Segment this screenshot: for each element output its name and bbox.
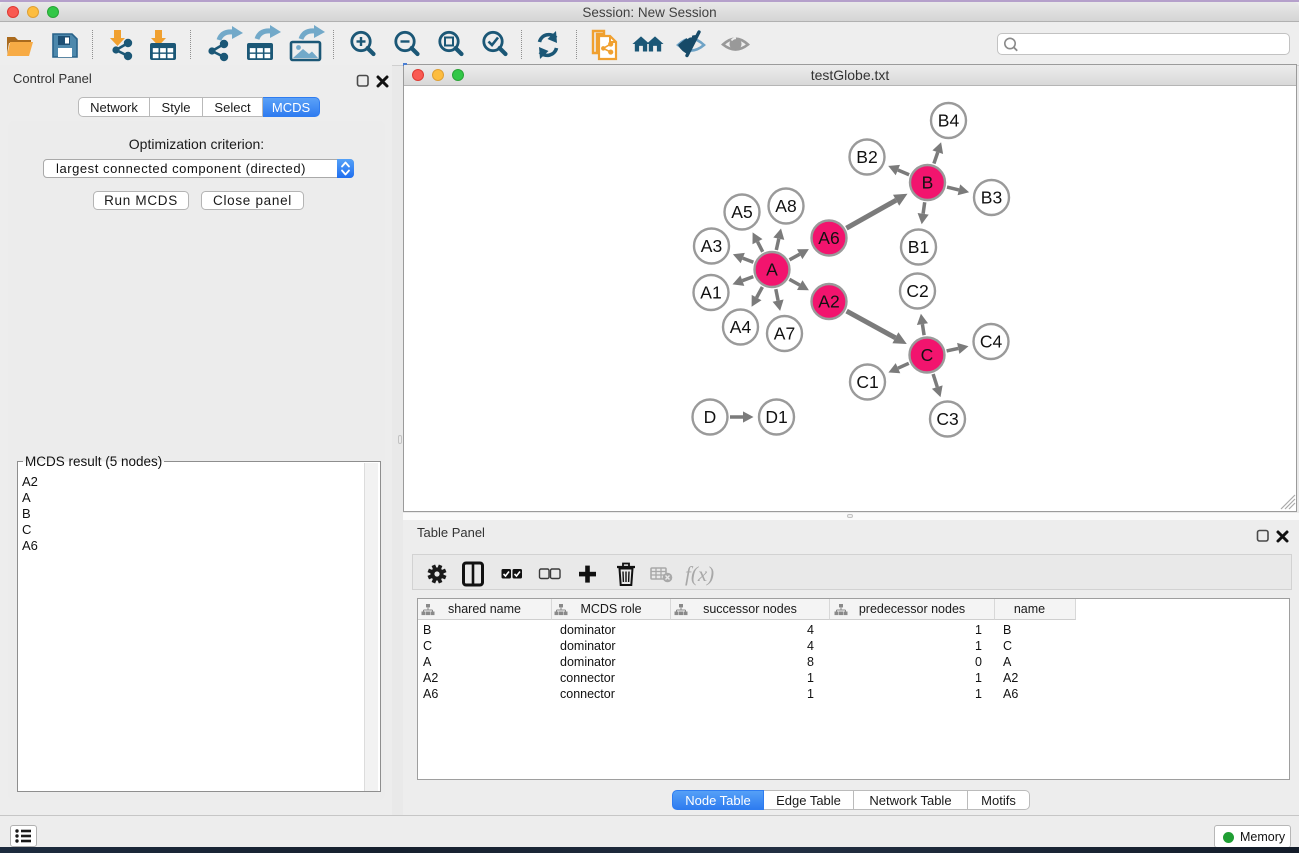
svg-text:f(x): f(x): [685, 562, 714, 586]
